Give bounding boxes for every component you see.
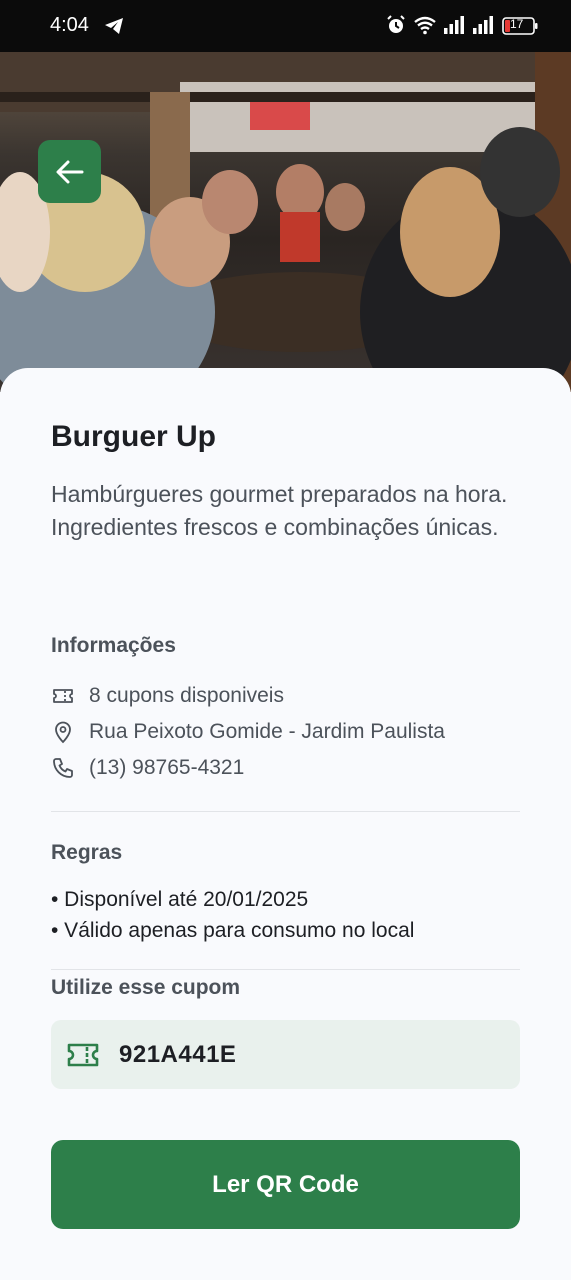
rules-section-title: Regras — [51, 841, 123, 864]
divider — [51, 969, 520, 970]
coupon-section-title: Utilize esse cupom — [51, 976, 241, 999]
hero-image — [0, 52, 571, 392]
info-row-address: Rua Peixoto Gomide - Jardim Paulista — [51, 718, 445, 746]
info-address-text: Rua Peixoto Gomide - Jardim Paulista — [89, 720, 445, 743]
read-qr-code-button[interactable]: Ler QR Code — [51, 1140, 520, 1229]
info-phone-text: (13) 98765-4321 — [89, 756, 245, 779]
coupon-code-box[interactable]: 921A441E — [51, 1020, 520, 1089]
info-section-title: Informações — [51, 634, 176, 657]
rule-item: • Disponível até 20/01/2025 — [51, 888, 309, 911]
phone-icon — [53, 758, 73, 778]
battery-level: 17 — [510, 17, 524, 31]
place-description: Hambúrgueres gourmet preparados na hora.… — [51, 481, 508, 540]
arrow-left-icon — [56, 160, 83, 183]
wifi-icon — [414, 16, 436, 35]
place-title: Burguer Up — [51, 420, 216, 453]
status-time: 4:04 — [50, 14, 89, 36]
info-row-coupons: 8 cupons disponiveis — [51, 682, 284, 710]
rule-item: • Válido apenas para consumo no local — [51, 919, 415, 942]
ticket-icon — [67, 1043, 99, 1066]
telegram-icon — [105, 18, 123, 34]
signal-icon — [473, 16, 493, 34]
signal-icon — [444, 16, 464, 34]
status-bar: 4:04 17 — [0, 0, 571, 52]
info-row-phone: (13) 98765-4321 — [51, 754, 244, 782]
info-coupons-text: 8 cupons disponiveis — [89, 684, 284, 707]
back-button[interactable] — [38, 140, 101, 203]
coupon-code: 921A441E — [119, 1040, 237, 1068]
details-sheet: Burguer Up Hambúrgueres gourmet preparad… — [0, 368, 571, 1280]
map-pin-icon — [55, 721, 71, 744]
alarm-icon — [387, 15, 405, 33]
ticket-icon — [53, 689, 73, 703]
divider — [51, 811, 520, 812]
